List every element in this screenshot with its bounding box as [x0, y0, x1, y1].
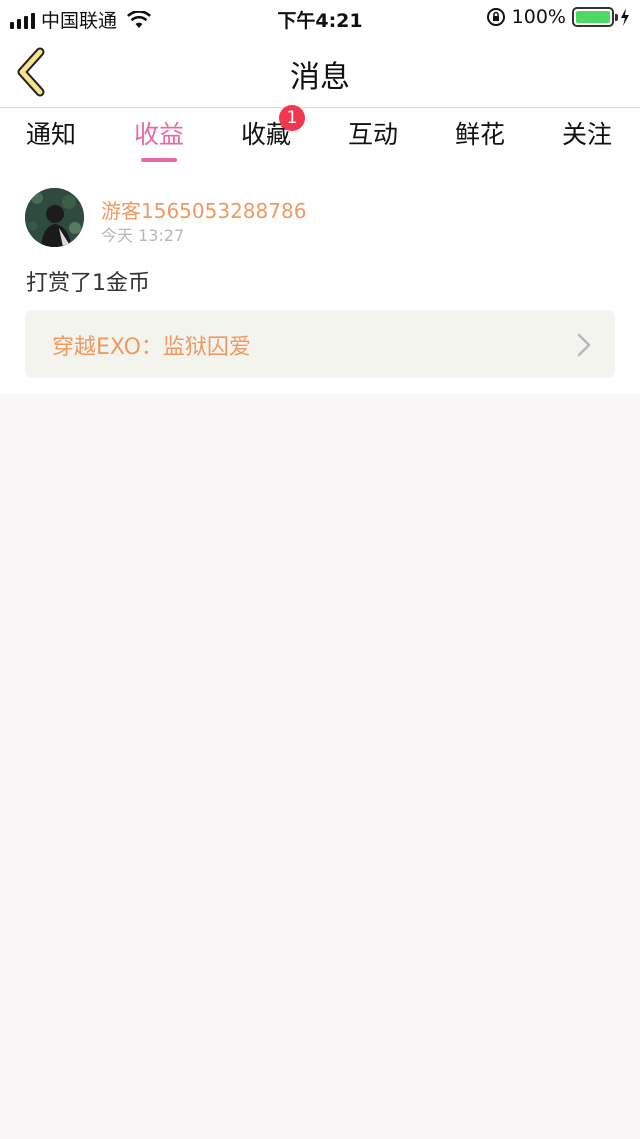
chevron-right-icon	[577, 333, 591, 357]
book-title: 穿越EXO：监狱囚爱	[52, 335, 251, 360]
message-text: 打赏了1金币	[26, 271, 150, 296]
nav-bar: 消息	[0, 36, 640, 108]
tab-interaction[interactable]: 互动	[333, 115, 413, 151]
avatar-image	[25, 188, 84, 247]
tab-favorites[interactable]: 收藏 1	[226, 105, 306, 151]
battery-level	[576, 11, 610, 23]
avatar[interactable]	[25, 188, 84, 247]
timestamp: 今天 13:27	[101, 226, 185, 245]
tab-earnings-label: 收益	[133, 120, 184, 149]
page-title: 消息	[290, 60, 350, 95]
orientation-lock-icon	[486, 8, 505, 26]
status-bar: 中国联通 下午4:21 100%	[0, 0, 640, 36]
battery-icon	[572, 7, 618, 27]
charging-icon	[621, 8, 629, 26]
battery-percent: 100%	[511, 6, 566, 28]
message-card: 游客1565053288786 今天 13:27 打赏了1金币 穿越EXO：监狱…	[0, 165, 640, 394]
tab-notice[interactable]: 通知	[11, 115, 91, 151]
book-link[interactable]: 穿越EXO：监狱囚爱	[25, 310, 615, 378]
active-tab-indicator	[141, 158, 177, 162]
tab-flowers[interactable]: 鲜花	[440, 115, 520, 151]
tab-follow[interactable]: 关注	[547, 115, 627, 151]
status-right: 100%	[486, 6, 630, 28]
tab-bar: 通知 收益 收藏 1 互动 鲜花 关注	[0, 105, 640, 165]
username[interactable]: 游客1565053288786	[101, 195, 306, 224]
tab-earnings[interactable]: 收益	[119, 115, 199, 162]
unread-badge: 1	[279, 105, 305, 131]
